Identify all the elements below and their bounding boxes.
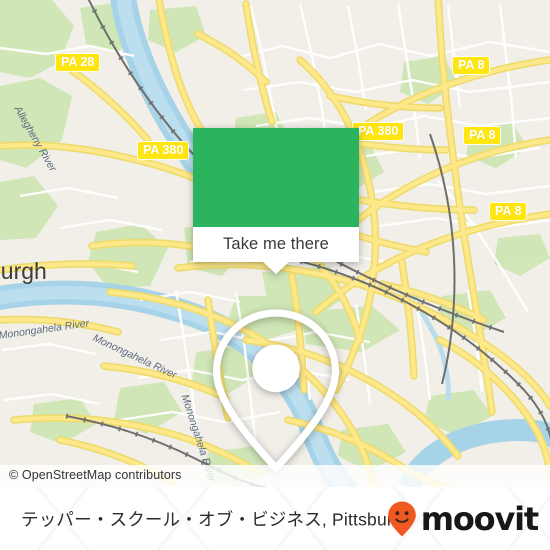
card-header <box>193 128 359 474</box>
map-pin-icon <box>193 147 359 487</box>
map-city-label: burgh <box>0 258 47 284</box>
moovit-wordmark: moovit <box>420 499 539 538</box>
moovit-map-screenshot: burgh Allegheny River Monongahela River … <box>0 0 550 550</box>
card-pointer-tail <box>263 262 289 274</box>
road-shield-pa8[interactable]: PA 8 <box>452 56 491 75</box>
map-canvas[interactable]: burgh Allegheny River Monongahela River … <box>0 0 550 487</box>
road-shield-pa8[interactable]: PA 8 <box>463 126 502 145</box>
road-shield-pa380[interactable]: PA 380 <box>137 141 190 160</box>
moovit-pin-icon <box>387 501 416 536</box>
road-shield-pa8[interactable]: PA 8 <box>489 202 528 221</box>
footer-content: テッパー・スクール・オブ・ビジネス, Pittsburgh moovit <box>0 487 550 550</box>
map-attribution-bar: © OpenStreetMap contributors <box>0 465 550 487</box>
road-shield-pa28[interactable]: PA 28 <box>55 53 101 72</box>
footer-bar: テッパー・スクール・オブ・ビジネス, Pittsburgh moovit <box>0 487 550 550</box>
place-title: テッパー・スクール・オブ・ビジネス, Pittsburgh <box>21 509 413 529</box>
destination-card[interactable]: Take me there <box>193 128 359 474</box>
road-shield-pa380[interactable]: PA 380 <box>352 122 405 141</box>
moovit-logo[interactable]: moovit <box>386 499 539 539</box>
osm-attribution-text: © OpenStreetMap contributors <box>9 468 182 482</box>
